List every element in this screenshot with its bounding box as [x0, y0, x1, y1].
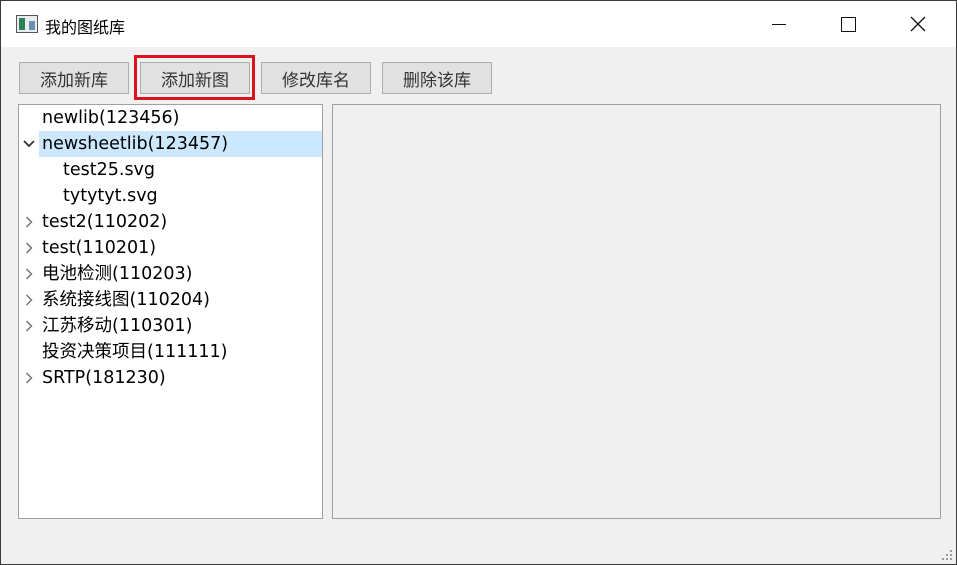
tree-item-label: 江苏移动(110301) [42, 316, 193, 336]
app-icon [16, 15, 38, 33]
close-button[interactable] [895, 1, 941, 47]
tree-item-sheet[interactable]: test25.svg [19, 157, 322, 183]
tree-item-library[interactable]: 电池检测(110203) [19, 261, 322, 287]
tree-item-library[interactable]: SRTP(181230) [19, 365, 322, 391]
minimize-button[interactable] [756, 1, 802, 47]
tree-item-label: test2(110202) [42, 212, 168, 232]
library-tree[interactable]: newlib(123456) newsheetlib(123457) test25.… [18, 104, 323, 519]
title-bar[interactable]: 我的图纸库 [1, 1, 956, 47]
rename-library-button[interactable]: 修改库名 [261, 62, 371, 94]
chevron-right-icon[interactable] [21, 365, 37, 391]
chevron-right-icon[interactable] [21, 235, 37, 261]
window-title: 我的图纸库 [45, 18, 126, 37]
close-icon [910, 16, 926, 32]
tree-item-label: 投资决策项目(111111) [42, 342, 228, 362]
tree-item-label: SRTP(181230) [42, 368, 166, 388]
maximize-icon [840, 16, 856, 32]
tree-item-label: 系统接线图(110204) [42, 290, 210, 310]
delete-library-button[interactable]: 删除该库 [382, 62, 492, 94]
tree-item-library[interactable]: test(110201) [19, 235, 322, 261]
tree-item-label: tytytyt.svg [63, 186, 158, 206]
tree-item-library[interactable]: newlib(123456) [19, 105, 322, 131]
minimize-icon [772, 23, 786, 25]
tree-item-library[interactable]: test2(110202) [19, 209, 322, 235]
chevron-down-icon[interactable] [21, 131, 37, 157]
tree-item-label: newlib(123456) [42, 108, 180, 128]
chevron-right-icon[interactable] [21, 287, 37, 313]
tree-item-label: test(110201) [42, 238, 157, 258]
maximize-button[interactable] [825, 1, 871, 47]
chevron-right-icon[interactable] [21, 209, 37, 235]
library-window: 我的图纸库 添加新库 添加新图 修改库名 删除该库 newlib(123456)… [0, 0, 957, 565]
highlight-box [134, 55, 255, 100]
tree-item-library[interactable]: 江苏移动(110301) [19, 313, 322, 339]
resize-grip-icon[interactable] [942, 550, 952, 560]
tree-item-library[interactable]: 系统接线图(110204) [19, 287, 322, 313]
chevron-right-icon[interactable] [21, 313, 37, 339]
tree-item-sheet[interactable]: tytytyt.svg [19, 183, 322, 209]
add-library-button[interactable]: 添加新库 [19, 62, 129, 94]
tree-item-library[interactable]: newsheetlib(123457) [19, 131, 322, 157]
tree-item-label: 电池检测(110203) [42, 264, 193, 284]
tree-item-label: test25.svg [63, 160, 156, 180]
tree-item-library[interactable]: 投资决策项目(111111) [19, 339, 322, 365]
preview-panel [332, 104, 941, 519]
tree-item-label: newsheetlib(123457) [39, 131, 322, 157]
chevron-right-icon[interactable] [21, 261, 37, 287]
